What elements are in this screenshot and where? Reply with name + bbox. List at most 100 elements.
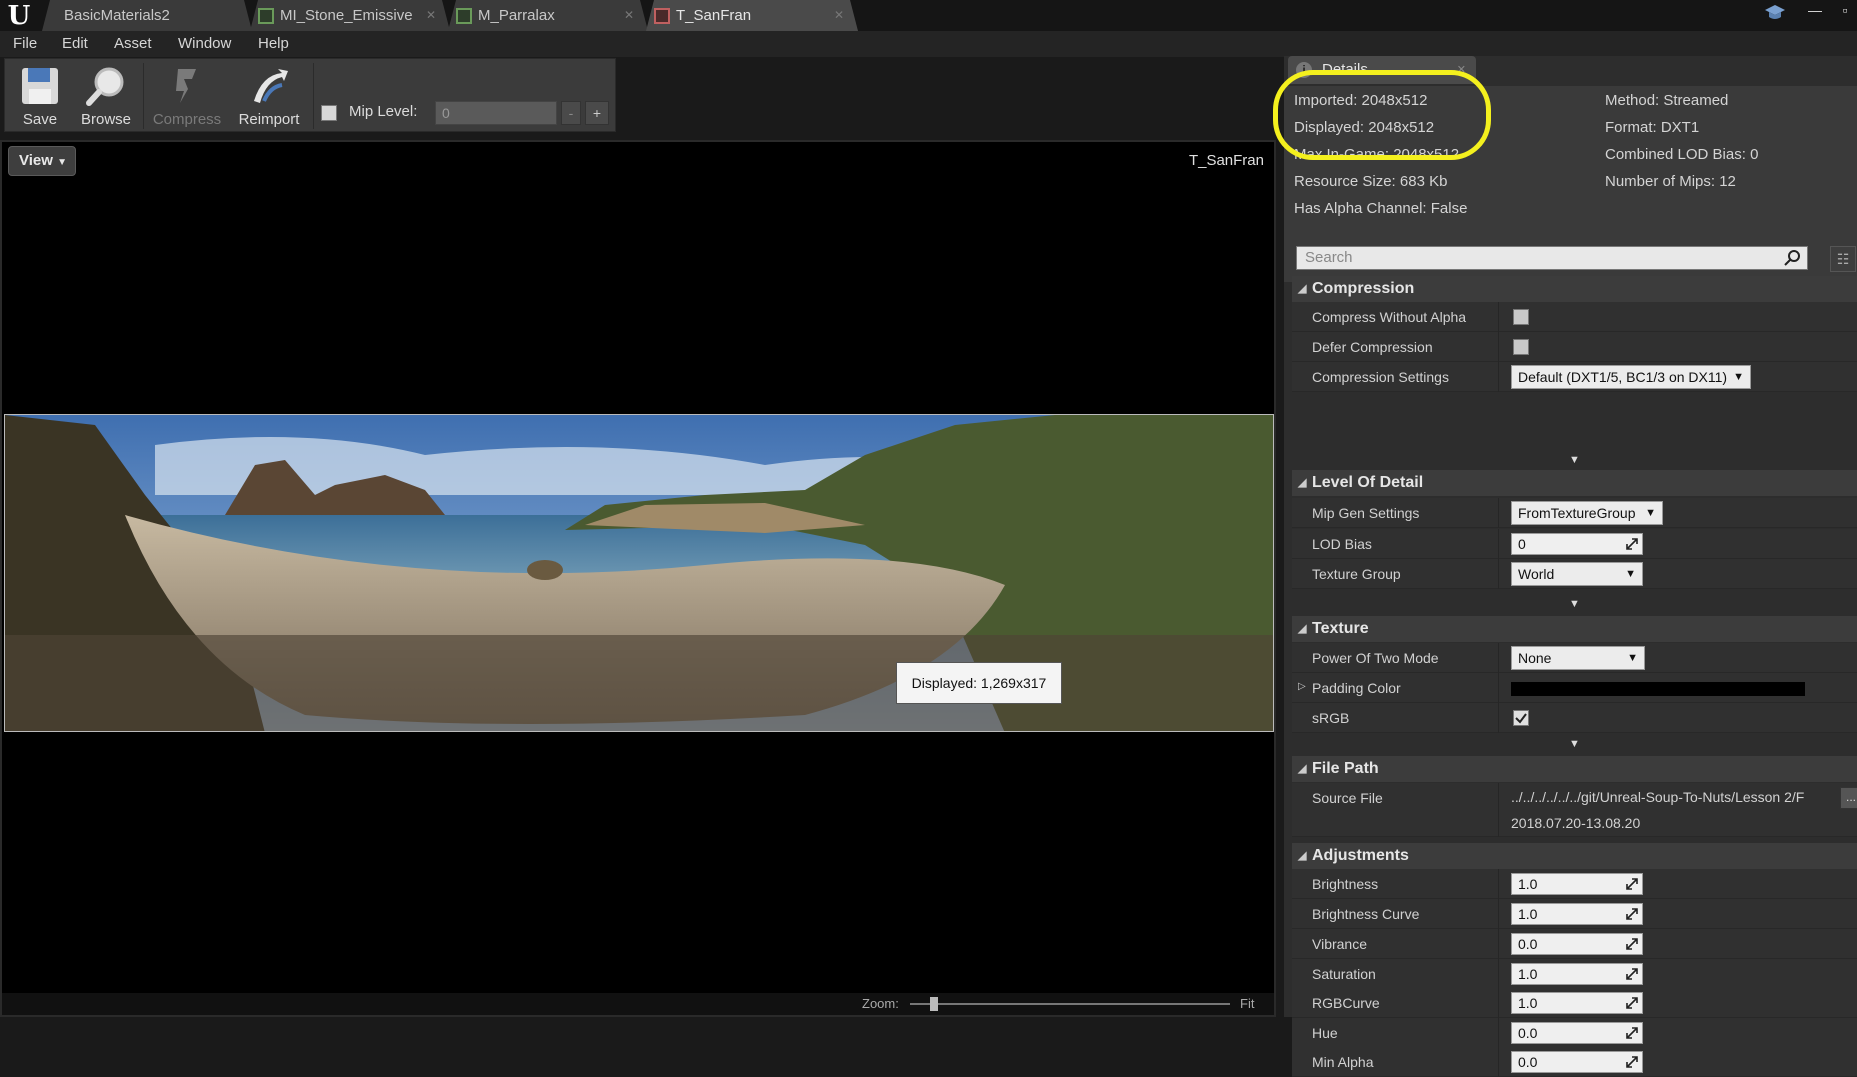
mip-decrease-button[interactable]: - bbox=[561, 101, 581, 125]
material-instance-icon bbox=[258, 8, 274, 24]
browse-label: Browse bbox=[80, 111, 132, 128]
view-options-icon[interactable]: ☷ bbox=[1830, 246, 1856, 272]
property-compression-settings: Compression Settings Default (DXT1/5, BC… bbox=[1292, 362, 1857, 392]
mip-level-checkbox[interactable] bbox=[321, 105, 337, 121]
category-texture[interactable]: ◢ Texture bbox=[1292, 616, 1857, 642]
save-button[interactable]: Save bbox=[9, 61, 71, 131]
category-file-path[interactable]: ◢ File Path bbox=[1292, 756, 1857, 782]
advanced-expand-button[interactable]: ▼ bbox=[1292, 452, 1857, 468]
maximize-button[interactable]: ▫ bbox=[1830, 0, 1857, 22]
reimport-icon bbox=[254, 69, 288, 103]
property-defer-compression: Defer Compression bbox=[1292, 332, 1857, 362]
menu-window[interactable]: Window bbox=[178, 31, 231, 57]
tab-t-sanfran[interactable]: T_SanFran ✕ bbox=[646, 0, 858, 31]
zoom-slider-handle[interactable] bbox=[930, 997, 938, 1011]
vibrance-input[interactable]: 0.0 bbox=[1511, 933, 1643, 955]
graduation-cap-icon[interactable] bbox=[1762, 4, 1788, 26]
divider bbox=[1498, 899, 1499, 929]
category-label: File Path bbox=[1312, 760, 1379, 777]
compress-button[interactable]: Compress bbox=[147, 61, 227, 131]
divider bbox=[1498, 362, 1499, 392]
reimport-button[interactable]: Reimport bbox=[229, 61, 309, 131]
property-padding-color: ▷ Padding Color bbox=[1292, 673, 1857, 703]
category-level-of-detail[interactable]: ◢ Level Of Detail bbox=[1292, 470, 1857, 496]
property-label: LOD Bias bbox=[1312, 536, 1372, 552]
zoom-mode-dropdown[interactable]: Fit bbox=[1240, 996, 1254, 1011]
resource-size: Resource Size: 683 Kb bbox=[1294, 173, 1448, 190]
browse-file-button[interactable]: ... bbox=[1840, 787, 1857, 809]
spin-arrows-icon bbox=[1626, 908, 1638, 920]
divider bbox=[1498, 559, 1499, 589]
tab-m-parralax[interactable]: M_Parralax ✕ bbox=[448, 0, 648, 31]
brightness-input[interactable]: 1.0 bbox=[1511, 873, 1643, 895]
tab-label: MI_Stone_Emissive bbox=[280, 7, 413, 24]
close-icon[interactable]: ✕ bbox=[624, 0, 634, 31]
srgb-checkbox[interactable] bbox=[1513, 710, 1529, 726]
padding-color-swatch[interactable] bbox=[1511, 682, 1805, 696]
spin-arrows-icon bbox=[1626, 938, 1638, 950]
mip-level-input[interactable]: 0 bbox=[435, 101, 557, 125]
compress-icon bbox=[176, 69, 196, 103]
browse-button[interactable]: Browse bbox=[73, 61, 139, 131]
divider bbox=[1498, 929, 1499, 959]
category-compression[interactable]: ◢ Compression bbox=[1292, 276, 1857, 302]
input-value: 0.0 bbox=[1518, 936, 1538, 952]
close-icon[interactable]: ✕ bbox=[834, 0, 844, 31]
property-brightness-curve: Brightness Curve 1.0 bbox=[1292, 899, 1857, 929]
collapse-triangle-icon: ◢ bbox=[1298, 283, 1307, 295]
chevron-down-icon: ▼ bbox=[1625, 568, 1636, 580]
number-of-mips: Number of Mips: 12 bbox=[1605, 173, 1736, 190]
zoom-slider[interactable] bbox=[910, 1003, 1230, 1005]
expand-triangle-icon[interactable]: ▷ bbox=[1298, 681, 1306, 692]
view-dropdown-button[interactable]: View ▼ bbox=[8, 146, 76, 176]
chevron-down-icon: ▼ bbox=[1627, 652, 1638, 664]
divider bbox=[1498, 703, 1499, 733]
texture-group-dropdown[interactable]: World ▼ bbox=[1511, 562, 1643, 586]
menu-help[interactable]: Help bbox=[258, 31, 289, 57]
close-icon[interactable]: ✕ bbox=[426, 0, 436, 31]
method: Method: Streamed bbox=[1605, 92, 1729, 109]
compression-settings-dropdown[interactable]: Default (DXT1/5, BC1/3 on DX11) ▼ bbox=[1511, 365, 1751, 389]
displayed-size-tooltip: Displayed: 1,269x317 bbox=[896, 662, 1062, 704]
spin-arrows-icon bbox=[1626, 538, 1638, 550]
menu-file[interactable]: File bbox=[13, 31, 37, 57]
property-label: sRGB bbox=[1312, 710, 1350, 726]
search-input[interactable]: Search bbox=[1296, 246, 1808, 270]
dropdown-value: World bbox=[1518, 566, 1555, 582]
min-alpha-input[interactable]: 0.0 bbox=[1511, 1051, 1643, 1073]
advanced-expand-button[interactable]: ▼ bbox=[1292, 736, 1857, 752]
minimize-button[interactable]: — bbox=[1800, 0, 1830, 22]
source-file-timestamp: 2018.07.20-13.08.20 bbox=[1511, 815, 1641, 831]
defer-compression-checkbox[interactable] bbox=[1513, 339, 1529, 355]
tab-basicmaterials2[interactable]: BasicMaterials2 bbox=[42, 0, 252, 31]
divider bbox=[1498, 302, 1499, 332]
menu-edit[interactable]: Edit bbox=[62, 31, 88, 57]
hue-input[interactable]: 0.0 bbox=[1511, 1022, 1643, 1044]
menu-asset[interactable]: Asset bbox=[114, 31, 152, 57]
property-vibrance: Vibrance 0.0 bbox=[1292, 929, 1857, 959]
divider bbox=[1498, 332, 1499, 362]
saturation-input[interactable]: 1.0 bbox=[1511, 963, 1643, 985]
mip-gen-settings-dropdown[interactable]: FromTextureGroup ▼ bbox=[1511, 501, 1663, 525]
property-lod-bias: LOD Bias 0 bbox=[1292, 529, 1857, 559]
brightness-curve-input[interactable]: 1.0 bbox=[1511, 903, 1643, 925]
dropdown-value: None bbox=[1518, 650, 1552, 666]
property-label: Vibrance bbox=[1312, 936, 1368, 952]
lod-bias-input[interactable]: 0 bbox=[1511, 533, 1643, 555]
category-adjustments[interactable]: ◢ Adjustments bbox=[1292, 843, 1857, 869]
property-label: Brightness bbox=[1312, 876, 1379, 892]
texture-viewport[interactable]: View ▼ T_SanFran Displayed: 1,269x317 Zo… bbox=[0, 140, 1276, 1017]
tab-mi-stone-emissive[interactable]: MI_Stone_Emissive ✕ bbox=[250, 0, 450, 31]
search-placeholder: Search bbox=[1305, 249, 1353, 266]
advanced-expand-button[interactable]: ▼ bbox=[1292, 596, 1857, 612]
input-value: 1.0 bbox=[1518, 995, 1538, 1011]
tab-label: M_Parralax bbox=[478, 7, 555, 24]
compress-without-alpha-checkbox[interactable] bbox=[1513, 309, 1529, 325]
zoom-bar: Zoom: Fit bbox=[2, 993, 1274, 1015]
toolbar-separator bbox=[313, 63, 314, 129]
spin-arrows-icon bbox=[1626, 878, 1638, 890]
power-of-two-mode-dropdown[interactable]: None ▼ bbox=[1511, 646, 1645, 670]
rgbcurve-input[interactable]: 1.0 bbox=[1511, 992, 1643, 1014]
search-icon[interactable] bbox=[1784, 249, 1802, 267]
mip-increase-button[interactable]: + bbox=[585, 101, 609, 125]
